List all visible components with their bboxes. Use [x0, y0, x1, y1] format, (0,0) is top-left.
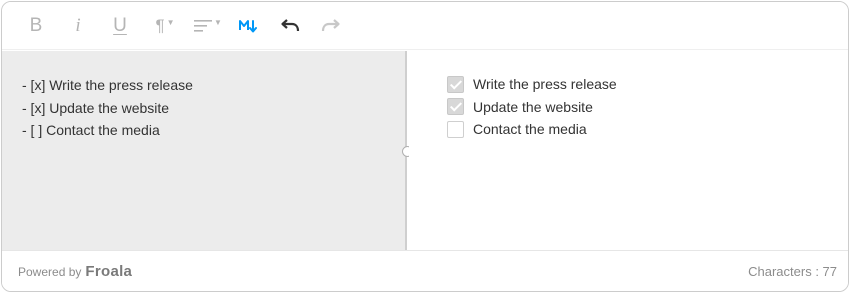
markdown-source-pane[interactable]: - [x] Write the press release - [x] Upda… — [2, 51, 407, 250]
powered-by[interactable]: Powered by Froala — [18, 263, 132, 280]
task-item: Contact the media — [447, 118, 848, 141]
italic-button[interactable]: i — [66, 10, 90, 42]
markdown-line[interactable]: - [ ] Contact the media — [22, 119, 405, 142]
task-item: Write the press release — [447, 73, 848, 96]
task-label: Contact the media — [473, 121, 587, 138]
redo-icon — [321, 19, 341, 33]
character-count: Characters : 77 — [748, 264, 837, 279]
align-dropdown[interactable]: ▼ — [189, 10, 227, 42]
chevron-down-icon: ▼ — [166, 17, 175, 27]
task-checkbox[interactable] — [447, 75, 464, 93]
task-label: Update the website — [473, 98, 593, 115]
bold-label: B — [29, 15, 43, 36]
powered-by-label: Powered by — [18, 265, 82, 279]
markdown-button[interactable] — [236, 10, 260, 42]
align-left-icon — [194, 19, 213, 33]
chevron-down-icon: ▼ — [214, 17, 222, 27]
task-checkbox[interactable] — [447, 98, 464, 116]
markdown-line[interactable]: - [x] Write the press release — [22, 74, 405, 97]
paragraph-icon: ¶ — [155, 16, 165, 35]
rich-text-editor: B i U ¶ ▼ ▼ - [x] Write the press releas… — [1, 1, 849, 292]
task-item: Update the website — [447, 96, 848, 119]
redo-button[interactable] — [319, 10, 343, 42]
undo-icon — [280, 19, 300, 33]
task-label: Write the press release — [473, 76, 617, 93]
underline-button[interactable]: U — [108, 10, 132, 42]
bold-button[interactable]: B — [24, 10, 48, 42]
preview-pane: Write the press release Update the websi… — [409, 51, 848, 250]
editor-footer: Powered by Froala Characters : 77 — [2, 250, 848, 291]
task-checkbox[interactable] — [447, 120, 464, 138]
undo-button[interactable] — [278, 10, 302, 42]
froala-logo[interactable]: Froala — [85, 263, 132, 280]
markdown-line[interactable]: - [x] Update the website — [22, 97, 405, 120]
markdown-icon — [238, 17, 258, 35]
italic-label: i — [75, 15, 81, 36]
underline-label: U — [113, 15, 127, 36]
paragraph-format-dropdown[interactable]: ¶ ▼ — [148, 10, 182, 42]
editor-toolbar: B i U ¶ ▼ ▼ — [2, 2, 848, 50]
